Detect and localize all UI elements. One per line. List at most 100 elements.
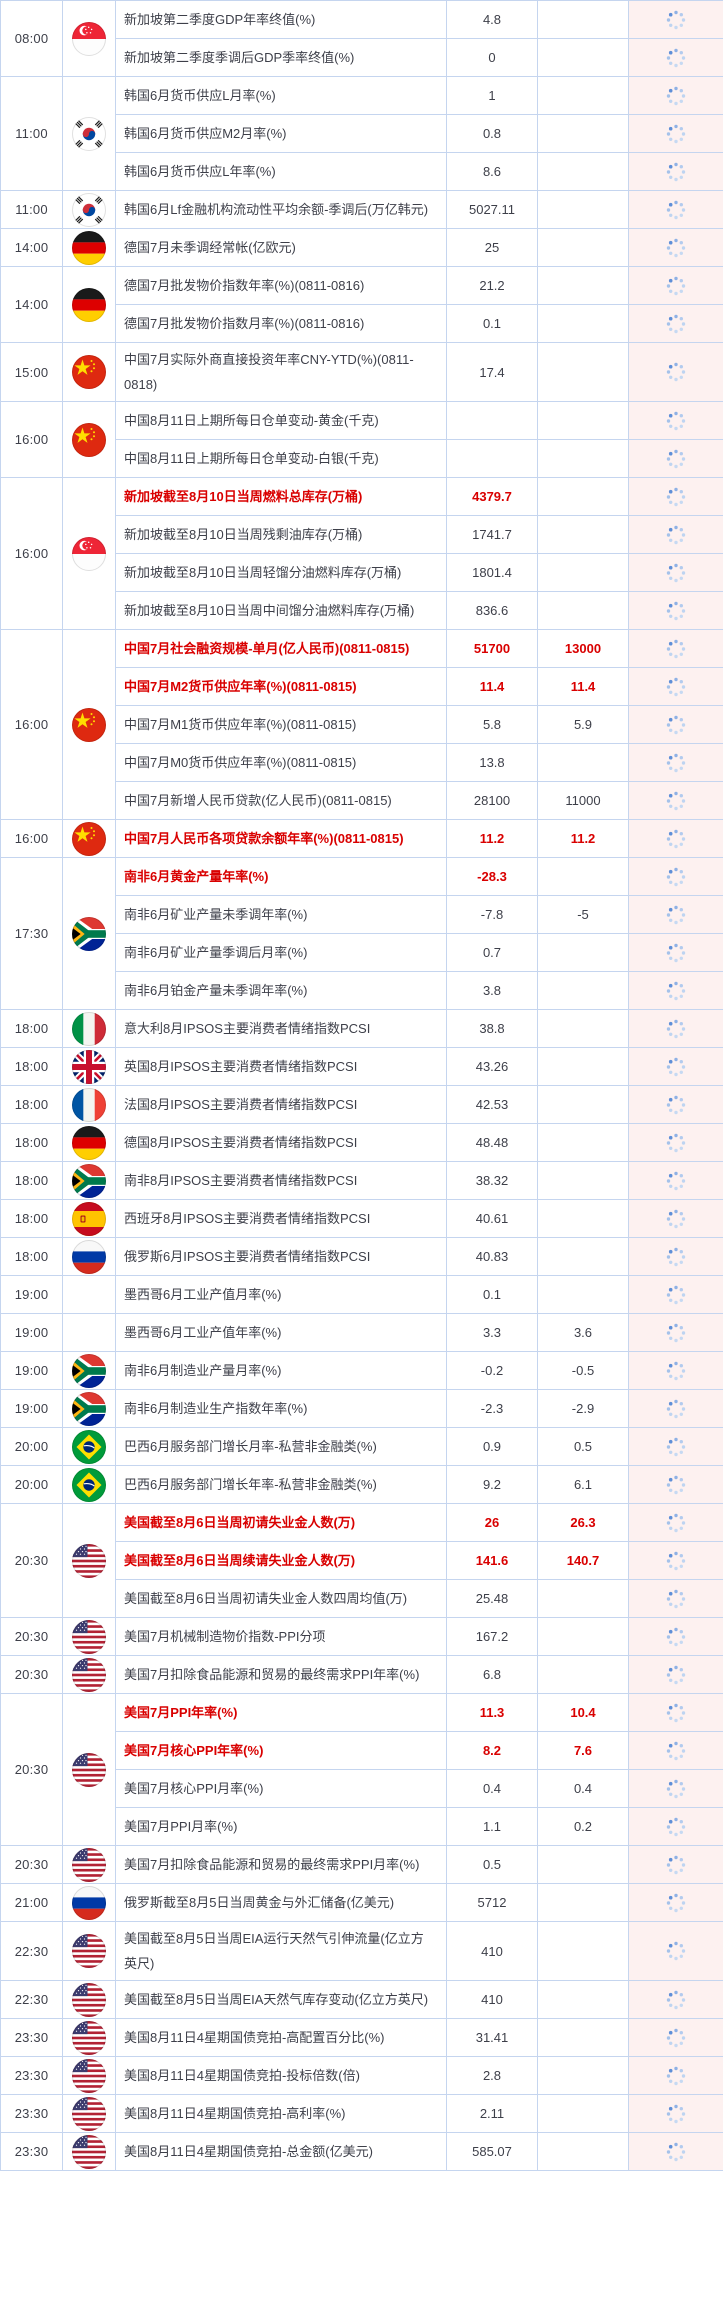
loading-spinner-icon	[664, 1988, 688, 2012]
loading-spinner-icon	[664, 46, 688, 70]
event-row[interactable]: 14:00德国7月未季调经常帐(亿欧元)25	[1, 229, 723, 267]
event-row[interactable]: 18:00意大利8月IPSOS主要消费者情绪指数PCSI38.8	[1, 1010, 723, 1048]
event-row[interactable]: 19:00南非6月制造业产量月率(%)-0.2-0.5	[1, 1352, 723, 1390]
row-action-cell	[629, 858, 723, 896]
event-row[interactable]: 16:00中国7月人民币各项贷款余额年率(%)(0811-0815)11.211…	[1, 820, 723, 858]
event-title: 南非6月矿业产量季调后月率(%)	[116, 934, 447, 972]
event-row[interactable]: 18:00俄罗斯6月IPSOS主要消费者情绪指数PCSI40.83	[1, 1238, 723, 1276]
event-title: 南非6月制造业产量月率(%)	[116, 1352, 447, 1390]
event-row[interactable]: 11:00韩国6月Lf金融机构流动性平均余额-季调后(万亿韩元)5027.11	[1, 191, 723, 229]
loading-spinner-icon	[664, 1549, 688, 1573]
flag-cell-us	[63, 1504, 116, 1618]
event-time: 23:30	[1, 2133, 63, 2171]
event-row[interactable]: 20:30美国7月扣除食品能源和贸易的最终需求PPI年率(%)6.8	[1, 1656, 723, 1694]
flag-cell-us	[63, 1981, 116, 2019]
event-time: 18:00	[1, 1238, 63, 1276]
forecast-value	[538, 1, 629, 39]
event-title: 美国7月扣除食品能源和贸易的最终需求PPI月率(%)	[116, 1846, 447, 1884]
event-group: 18:00俄罗斯6月IPSOS主要消费者情绪指数PCSI40.83	[1, 1238, 723, 1276]
event-row[interactable]: 15:00中国7月实际外商直接投资年率CNY-YTD(%)(0811-0818)…	[1, 343, 723, 402]
event-row[interactable]: 20:30美国7月PPI年率(%)11.310.4	[1, 1694, 723, 1732]
event-time: 20:30	[1, 1694, 63, 1846]
actual-value: -0.2	[447, 1352, 538, 1390]
event-group: 19:00南非6月制造业产量月率(%)-0.2-0.5	[1, 1352, 723, 1390]
event-title: 美国截至8月5日当周EIA天然气库存变动(亿立方英尺)	[116, 1981, 447, 2019]
forecast-value	[538, 934, 629, 972]
event-title: 中国7月实际外商直接投资年率CNY-YTD(%)(0811-0818)	[116, 343, 447, 402]
event-row[interactable]: 17:30南非6月黄金产量年率(%)-28.3	[1, 858, 723, 896]
row-action-cell	[629, 592, 723, 630]
event-row[interactable]: 14:00德国7月批发物价指数年率(%)(0811-0816)21.2	[1, 267, 723, 305]
forecast-value: -5	[538, 896, 629, 934]
event-row[interactable]: 19:00南非6月制造业生产指数年率(%)-2.3-2.9	[1, 1390, 723, 1428]
usa-flag-icon	[72, 1620, 106, 1654]
event-row[interactable]: 20:30美国7月机械制造物价指数-PPI分项167.2	[1, 1618, 723, 1656]
germany-flag-icon	[72, 1126, 106, 1160]
loading-spinner-icon	[664, 1701, 688, 1725]
china-flag-icon	[72, 355, 106, 389]
event-row[interactable]: 11:00韩国6月货币供应L月率(%)1	[1, 77, 723, 115]
loading-spinner-icon	[664, 8, 688, 32]
row-action-cell	[629, 706, 723, 744]
loading-spinner-icon	[664, 713, 688, 737]
actual-value: 141.6	[447, 1542, 538, 1580]
event-time: 16:00	[1, 820, 63, 858]
flag-cell-de	[63, 267, 116, 343]
event-row[interactable]: 23:30美国8月11日4星期国债竞拍-投标倍数(倍)2.8	[1, 2057, 723, 2095]
actual-value: 410	[447, 1981, 538, 2019]
forecast-value	[538, 2133, 629, 2171]
loading-spinner-icon	[664, 751, 688, 775]
event-row[interactable]: 18:00德国8月IPSOS主要消费者情绪指数PCSI48.48	[1, 1124, 723, 1162]
loading-spinner-icon	[664, 637, 688, 661]
event-row[interactable]: 16:00中国7月社会融资规模-单月(亿人民币)(0811-0815)51700…	[1, 630, 723, 668]
forecast-value: 6.1	[538, 1466, 629, 1504]
event-row[interactable]: 21:00俄罗斯截至8月5日当周黄金与外汇储备(亿美元)5712	[1, 1884, 723, 1922]
event-group: 18:00法国8月IPSOS主要消费者情绪指数PCSI42.53	[1, 1086, 723, 1124]
event-row[interactable]: 20:30美国7月扣除食品能源和贸易的最终需求PPI月率(%)0.5	[1, 1846, 723, 1884]
row-action-cell	[629, 478, 723, 516]
event-row[interactable]: 20:00巴西6月服务部门增长年率-私营非金融类(%)9.26.1	[1, 1466, 723, 1504]
event-row[interactable]: 23:30美国8月11日4星期国债竞拍-高利率(%)2.11	[1, 2095, 723, 2133]
event-row[interactable]: 18:00英国8月IPSOS主要消费者情绪指数PCSI43.26	[1, 1048, 723, 1086]
loading-spinner-icon	[664, 84, 688, 108]
event-row[interactable]: 19:00墨西哥6月工业产值年率(%)3.33.6	[1, 1314, 723, 1352]
forecast-value: 140.7	[538, 1542, 629, 1580]
loading-spinner-icon	[664, 1587, 688, 1611]
event-title: 美国7月核心PPI月率(%)	[116, 1770, 447, 1808]
event-title: 美国8月11日4星期国债竞拍-总金额(亿美元)	[116, 2133, 447, 2171]
event-row[interactable]: 20:00巴西6月服务部门增长月率-私营非金融类(%)0.90.5	[1, 1428, 723, 1466]
event-row[interactable]: 18:00西班牙8月IPSOS主要消费者情绪指数PCSI40.61	[1, 1200, 723, 1238]
forecast-value: 0.5	[538, 1428, 629, 1466]
event-row[interactable]: 18:00南非8月IPSOS主要消费者情绪指数PCSI38.32	[1, 1162, 723, 1200]
actual-value: 17.4	[447, 343, 538, 402]
event-row[interactable]: 18:00法国8月IPSOS主要消费者情绪指数PCSI42.53	[1, 1086, 723, 1124]
forecast-value	[538, 153, 629, 191]
event-row[interactable]: 16:00新加坡截至8月10日当周燃料总库存(万桶)4379.7	[1, 478, 723, 516]
event-group: 23:30美国8月11日4星期国债竞拍-投标倍数(倍)2.8	[1, 2057, 723, 2095]
row-action-cell	[629, 1580, 723, 1618]
row-action-cell	[629, 1618, 723, 1656]
event-row[interactable]: 23:30美国8月11日4星期国债竞拍-总金额(亿美元)585.07	[1, 2133, 723, 2171]
event-row[interactable]: 22:30美国截至8月5日当周EIA运行天然气引伸流量(亿立方英尺)410	[1, 1922, 723, 1981]
brazil-flag-icon	[72, 1430, 106, 1464]
forecast-value	[538, 267, 629, 305]
loading-spinner-icon	[664, 789, 688, 813]
row-action-cell	[629, 1981, 723, 2019]
row-action-cell	[629, 1466, 723, 1504]
row-action-cell	[629, 1884, 723, 1922]
event-row[interactable]: 23:30美国8月11日4星期国债竞拍-高配置百分比(%)31.41	[1, 2019, 723, 2057]
actual-value: 1	[447, 77, 538, 115]
row-action-cell	[629, 934, 723, 972]
loading-spinner-icon	[664, 561, 688, 585]
row-action-cell	[629, 744, 723, 782]
event-row[interactable]: 22:30美国截至8月5日当周EIA天然气库存变动(亿立方英尺)410	[1, 1981, 723, 2019]
event-title: 南非6月制造业生产指数年率(%)	[116, 1390, 447, 1428]
forecast-value	[538, 1010, 629, 1048]
flag-cell-kr	[63, 191, 116, 229]
event-row[interactable]: 08:00新加坡第二季度GDP年率终值(%)4.8	[1, 1, 723, 39]
row-action-cell	[629, 516, 723, 554]
event-title: 韩国6月货币供应L年率(%)	[116, 153, 447, 191]
event-row[interactable]: 19:00墨西哥6月工业产值月率(%)0.1	[1, 1276, 723, 1314]
event-row[interactable]: 20:30美国截至8月6日当周初请失业金人数(万)2626.3	[1, 1504, 723, 1542]
event-row[interactable]: 16:00中国8月11日上期所每日仓单变动-黄金(千克)	[1, 402, 723, 440]
